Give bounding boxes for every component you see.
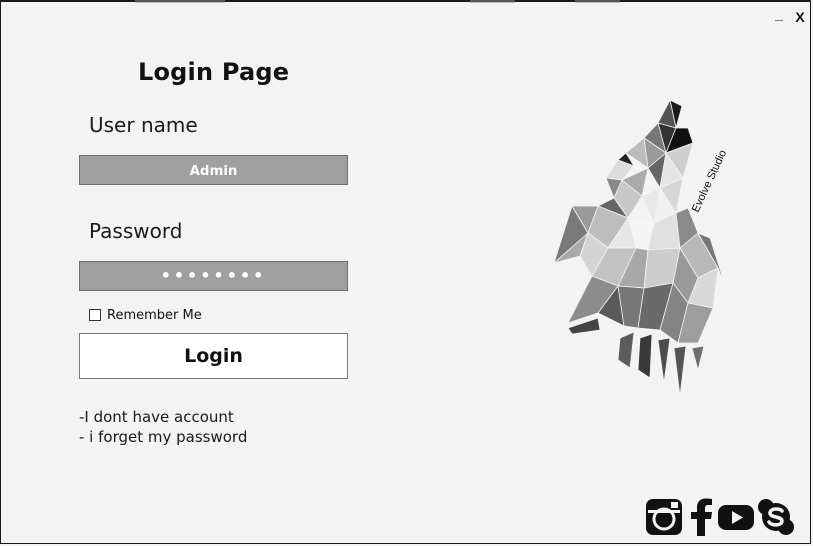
password-label: Password xyxy=(89,219,183,243)
top-border-decoration xyxy=(470,0,515,3)
close-button[interactable]: X xyxy=(791,8,809,26)
page-title: Login Page xyxy=(138,58,290,86)
instagram-icon[interactable] xyxy=(645,498,683,536)
username-input[interactable] xyxy=(80,157,347,186)
minimize-button[interactable]: _ xyxy=(770,5,788,23)
forgot-password-link[interactable]: - i forget my password xyxy=(79,428,247,446)
skype-icon[interactable] xyxy=(757,498,795,536)
facebook-icon[interactable] xyxy=(683,498,721,536)
wolf-logo-icon: Evolve Studio xyxy=(553,99,729,397)
top-border-decoration xyxy=(135,0,225,3)
youtube-icon[interactable] xyxy=(717,498,755,536)
username-label: User name xyxy=(89,113,198,137)
remember-label: Remember Me xyxy=(107,307,202,323)
remember-me[interactable]: Remember Me xyxy=(89,307,202,323)
password-field[interactable]: •••••••• xyxy=(79,261,348,291)
username-field[interactable] xyxy=(79,155,348,186)
logo-text: Evolve Studio xyxy=(690,148,729,214)
login-button[interactable]: Login xyxy=(79,333,348,379)
no-account-link[interactable]: -I dont have account xyxy=(79,408,234,426)
top-border-decoration xyxy=(575,0,620,3)
remember-checkbox[interactable] xyxy=(89,309,101,321)
